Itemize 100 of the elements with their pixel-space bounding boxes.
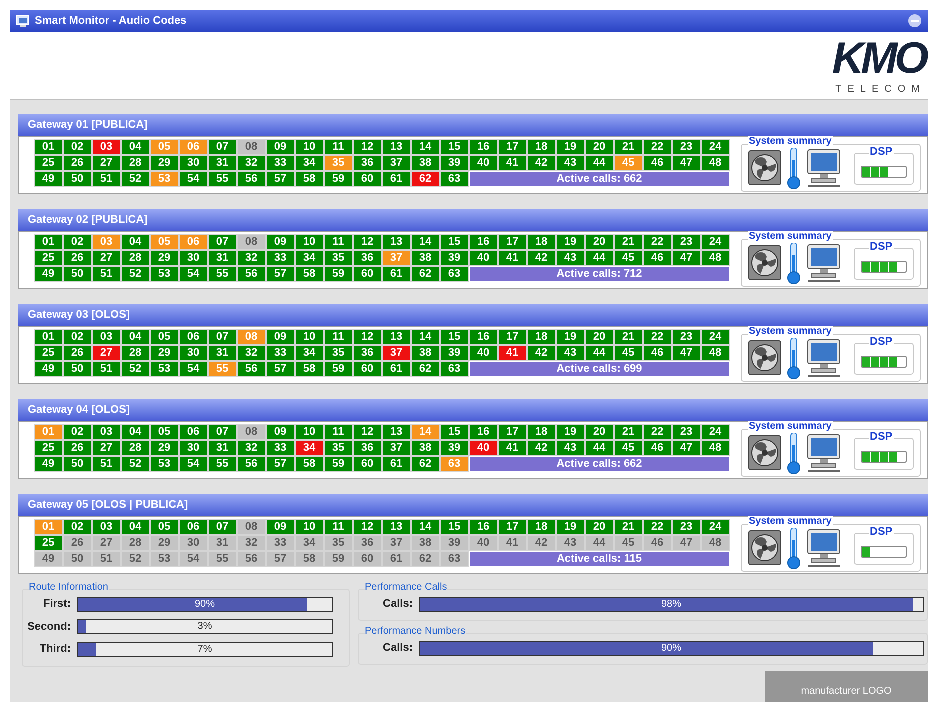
channel-cell: 56 <box>238 552 265 566</box>
channel-cell: 07 <box>209 425 236 439</box>
channel-cell: 60 <box>354 552 381 566</box>
channel-cell: 44 <box>586 156 613 170</box>
channel-cell: 33 <box>267 346 294 360</box>
channel-cell: 44 <box>586 536 613 550</box>
channel-cell: 11 <box>325 140 352 154</box>
channel-cell: 41 <box>499 156 526 170</box>
gateway-header: Gateway 04 [OLOS] <box>18 399 928 421</box>
channel-cell: 31 <box>209 251 236 265</box>
channel-cell: 15 <box>441 140 468 154</box>
channel-cell: 02 <box>64 520 91 534</box>
channel-cell: 58 <box>296 267 323 281</box>
fan-icon <box>748 435 782 471</box>
channel-cell: 32 <box>238 251 265 265</box>
channel-cell: 41 <box>499 536 526 550</box>
channel-cell: 12 <box>354 520 381 534</box>
channel-cell: 03 <box>93 520 120 534</box>
channel-cell: 35 <box>325 346 352 360</box>
channel-cell: 45 <box>615 536 642 550</box>
channel-cell: 25 <box>35 346 62 360</box>
channel-cell: 49 <box>35 362 62 376</box>
channel-cell: 48 <box>702 251 729 265</box>
channel-cell: 17 <box>499 425 526 439</box>
channel-cell: 23 <box>673 425 700 439</box>
channel-cell: 51 <box>93 267 120 281</box>
channel-cell: 09 <box>267 330 294 344</box>
channel-cell: 45 <box>615 156 642 170</box>
channel-cell: 08 <box>238 235 265 249</box>
channel-cell: 49 <box>35 552 62 566</box>
channel-cell: 06 <box>180 520 207 534</box>
channel-cell: 52 <box>122 362 149 376</box>
channel-cell: 60 <box>354 172 381 186</box>
channel-cell: 36 <box>354 536 381 550</box>
channel-cell: 45 <box>615 441 642 455</box>
channel-cell: 55 <box>209 457 236 471</box>
summary-title: System summary <box>748 421 833 433</box>
minimize-icon[interactable] <box>908 14 922 28</box>
channel-cell: 13 <box>383 330 410 344</box>
channel-cell: 04 <box>122 235 149 249</box>
fan-icon <box>748 150 782 186</box>
channel-cell: 22 <box>644 140 671 154</box>
dsp-label: DSP <box>869 431 894 443</box>
channel-cell: 31 <box>209 536 236 550</box>
channel-cell: 18 <box>528 140 555 154</box>
manufacturer-logo: manufacturer LOGO <box>765 671 928 702</box>
channel-cell: 02 <box>64 425 91 439</box>
channel-cell: 05 <box>151 520 178 534</box>
channel-cell: 25 <box>35 441 62 455</box>
channel-cell: 40 <box>470 251 497 265</box>
channel-cell: 36 <box>354 346 381 360</box>
channel-cell: 37 <box>383 536 410 550</box>
channel-cell: 15 <box>441 520 468 534</box>
channel-cell: 09 <box>267 140 294 154</box>
monitor-icon <box>806 338 842 378</box>
channel-cell: 16 <box>470 235 497 249</box>
channel-cell: 09 <box>267 425 294 439</box>
channel-cell: 48 <box>702 346 729 360</box>
channel-cell: 22 <box>644 520 671 534</box>
channel-cell: 10 <box>296 235 323 249</box>
monitor-icon <box>806 148 842 188</box>
thermometer-icon <box>786 146 802 190</box>
channel-cell: 05 <box>151 330 178 344</box>
channel-cell: 57 <box>267 457 294 471</box>
channel-cell: 56 <box>238 172 265 186</box>
channel-cell: 46 <box>644 536 671 550</box>
window-title: Smart Monitor - Audio Codes <box>35 14 187 29</box>
channel-cell: 46 <box>644 251 671 265</box>
channel-cell: 23 <box>673 235 700 249</box>
active-calls-bar: Active calls: 662 <box>470 172 729 186</box>
channel-cell: 43 <box>557 441 584 455</box>
channel-cell: 20 <box>586 140 613 154</box>
channel-cell: 30 <box>180 536 207 550</box>
channel-cell: 51 <box>93 362 120 376</box>
channel-cell: 52 <box>122 457 149 471</box>
channel-cell: 40 <box>470 156 497 170</box>
channel-cell: 58 <box>296 552 323 566</box>
channel-cell: 45 <box>615 251 642 265</box>
channel-cell: 47 <box>673 346 700 360</box>
channel-cell: 32 <box>238 536 265 550</box>
channel-cell: 49 <box>35 457 62 471</box>
channel-cell: 27 <box>93 441 120 455</box>
channel-cell: 40 <box>470 441 497 455</box>
channel-cell: 59 <box>325 362 352 376</box>
channel-cell: 19 <box>557 520 584 534</box>
channel-cell: 43 <box>557 346 584 360</box>
channel-cell: 37 <box>383 156 410 170</box>
channel-cell: 47 <box>673 441 700 455</box>
channel-cell: 03 <box>93 140 120 154</box>
channel-cell: 55 <box>209 172 236 186</box>
channel-cell: 33 <box>267 251 294 265</box>
channel-cell: 42 <box>528 251 555 265</box>
channel-cell: 22 <box>644 330 671 344</box>
gateway-header: Gateway 05 [OLOS | PUBLICA] <box>18 494 928 516</box>
channel-cell: 26 <box>64 536 91 550</box>
channel-cell: 20 <box>586 330 613 344</box>
channel-cell: 15 <box>441 235 468 249</box>
channel-cell: 44 <box>586 441 613 455</box>
channel-cell: 07 <box>209 235 236 249</box>
channel-cell: 17 <box>499 330 526 344</box>
